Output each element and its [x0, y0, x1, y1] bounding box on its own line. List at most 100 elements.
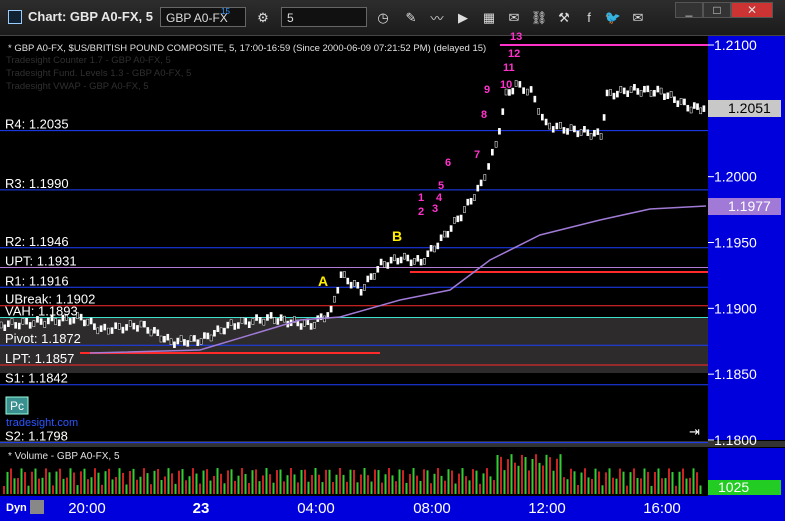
level-label: R1: 1.1916: [5, 273, 69, 288]
volume-bar: [90, 477, 93, 494]
candle: [283, 315, 286, 323]
level-label: S1: 1.1842: [5, 371, 68, 386]
pc-label: Pc: [10, 399, 24, 413]
time-label: 23: [193, 500, 210, 517]
candle: [193, 335, 196, 342]
volume-bar: [248, 482, 250, 494]
candle: [163, 335, 166, 343]
volume-bar: [538, 462, 541, 494]
candle: [376, 266, 380, 273]
volume-bar: [622, 471, 625, 494]
volume-bar: [356, 482, 359, 494]
volume-bar: [13, 478, 16, 494]
candle: [233, 323, 237, 330]
volume-bar: [685, 478, 688, 494]
candle: [273, 317, 276, 324]
candle: [346, 277, 350, 285]
volume-bar: [300, 469, 303, 494]
volume-bar: [279, 469, 282, 494]
legend-line-3: Tradesight Fund. Levels 1.3 - GBP A0-FX,…: [6, 68, 191, 79]
candle: [699, 107, 703, 115]
volume-bar: [307, 481, 310, 494]
volume-bar: [563, 477, 565, 494]
time-label: 20:00: [68, 500, 106, 517]
volume-bar: [31, 471, 33, 494]
volume-bar: [45, 468, 47, 494]
candle: [196, 339, 200, 346]
candle: [139, 320, 143, 328]
candle: [439, 234, 443, 242]
candle: [276, 318, 280, 325]
volume-bar: [524, 456, 527, 494]
volume-bar: [20, 468, 23, 494]
volume-bar: [55, 471, 58, 494]
volume-bar: [101, 484, 103, 494]
candle: [226, 321, 230, 329]
candle: [663, 93, 666, 100]
candle: [689, 106, 693, 114]
candle: [333, 295, 336, 303]
volume-bar: [510, 454, 513, 494]
candle: [669, 91, 673, 98]
candle: [173, 341, 176, 349]
candle: [555, 122, 559, 130]
volume-bar: [237, 475, 240, 494]
count-label: 11: [503, 62, 515, 74]
volume-bar: [349, 469, 352, 494]
chart-area[interactable]: 1.21001.20501.20001.19501.19001.18501.18…: [0, 0, 785, 521]
volume-bar: [580, 472, 583, 494]
volume-bar: [419, 480, 422, 494]
scroll-end-icon[interactable]: ⇥: [689, 424, 700, 439]
candle: [526, 88, 529, 96]
candle: [551, 126, 555, 133]
candle: [491, 148, 494, 156]
volume-bar: [500, 456, 502, 494]
price-tick-label: 1.1850: [714, 366, 757, 382]
volume-bar: [262, 475, 264, 494]
volume-bar: [164, 476, 166, 494]
candle: [143, 320, 146, 328]
volume-bar: [444, 480, 446, 494]
time-label: 12:00: [528, 500, 566, 517]
volume-bar: [328, 469, 331, 494]
volume-bar: [62, 478, 65, 494]
candle: [518, 81, 522, 88]
volume-bar: [650, 485, 653, 494]
volume-bar: [73, 472, 75, 494]
candle: [89, 317, 93, 325]
volume-bar: [143, 468, 145, 494]
candle: [494, 141, 498, 148]
dyn-icon[interactable]: [30, 500, 44, 514]
candle: [247, 321, 251, 328]
volume-bar: [339, 468, 341, 494]
candle: [240, 317, 244, 324]
candle: [121, 326, 125, 334]
candle: [336, 287, 340, 294]
candle: [149, 329, 153, 337]
volume-bar: [220, 473, 222, 494]
volume-bar: [545, 454, 548, 494]
candle: [0, 321, 3, 329]
volume-bar: [374, 469, 376, 494]
candle: [47, 317, 50, 325]
candle: [514, 80, 518, 87]
volume-bar: [699, 485, 702, 494]
volume-bar: [402, 470, 404, 494]
candle: [156, 329, 160, 337]
candle: [423, 258, 426, 265]
candle: [649, 90, 653, 97]
volume-bar: [241, 468, 243, 494]
candle: [529, 86, 533, 93]
candle: [702, 105, 706, 112]
candle: [39, 318, 43, 325]
pane-divider[interactable]: [0, 441, 785, 447]
candle: [21, 318, 25, 325]
candle: [586, 129, 590, 136]
candle: [656, 85, 660, 93]
candle: [399, 256, 403, 264]
volume-bar: [556, 458, 558, 494]
level-label: R2: 1.1946: [5, 234, 69, 249]
candle: [223, 327, 226, 335]
volume-bar: [678, 471, 681, 494]
volume-bar: [465, 476, 467, 494]
